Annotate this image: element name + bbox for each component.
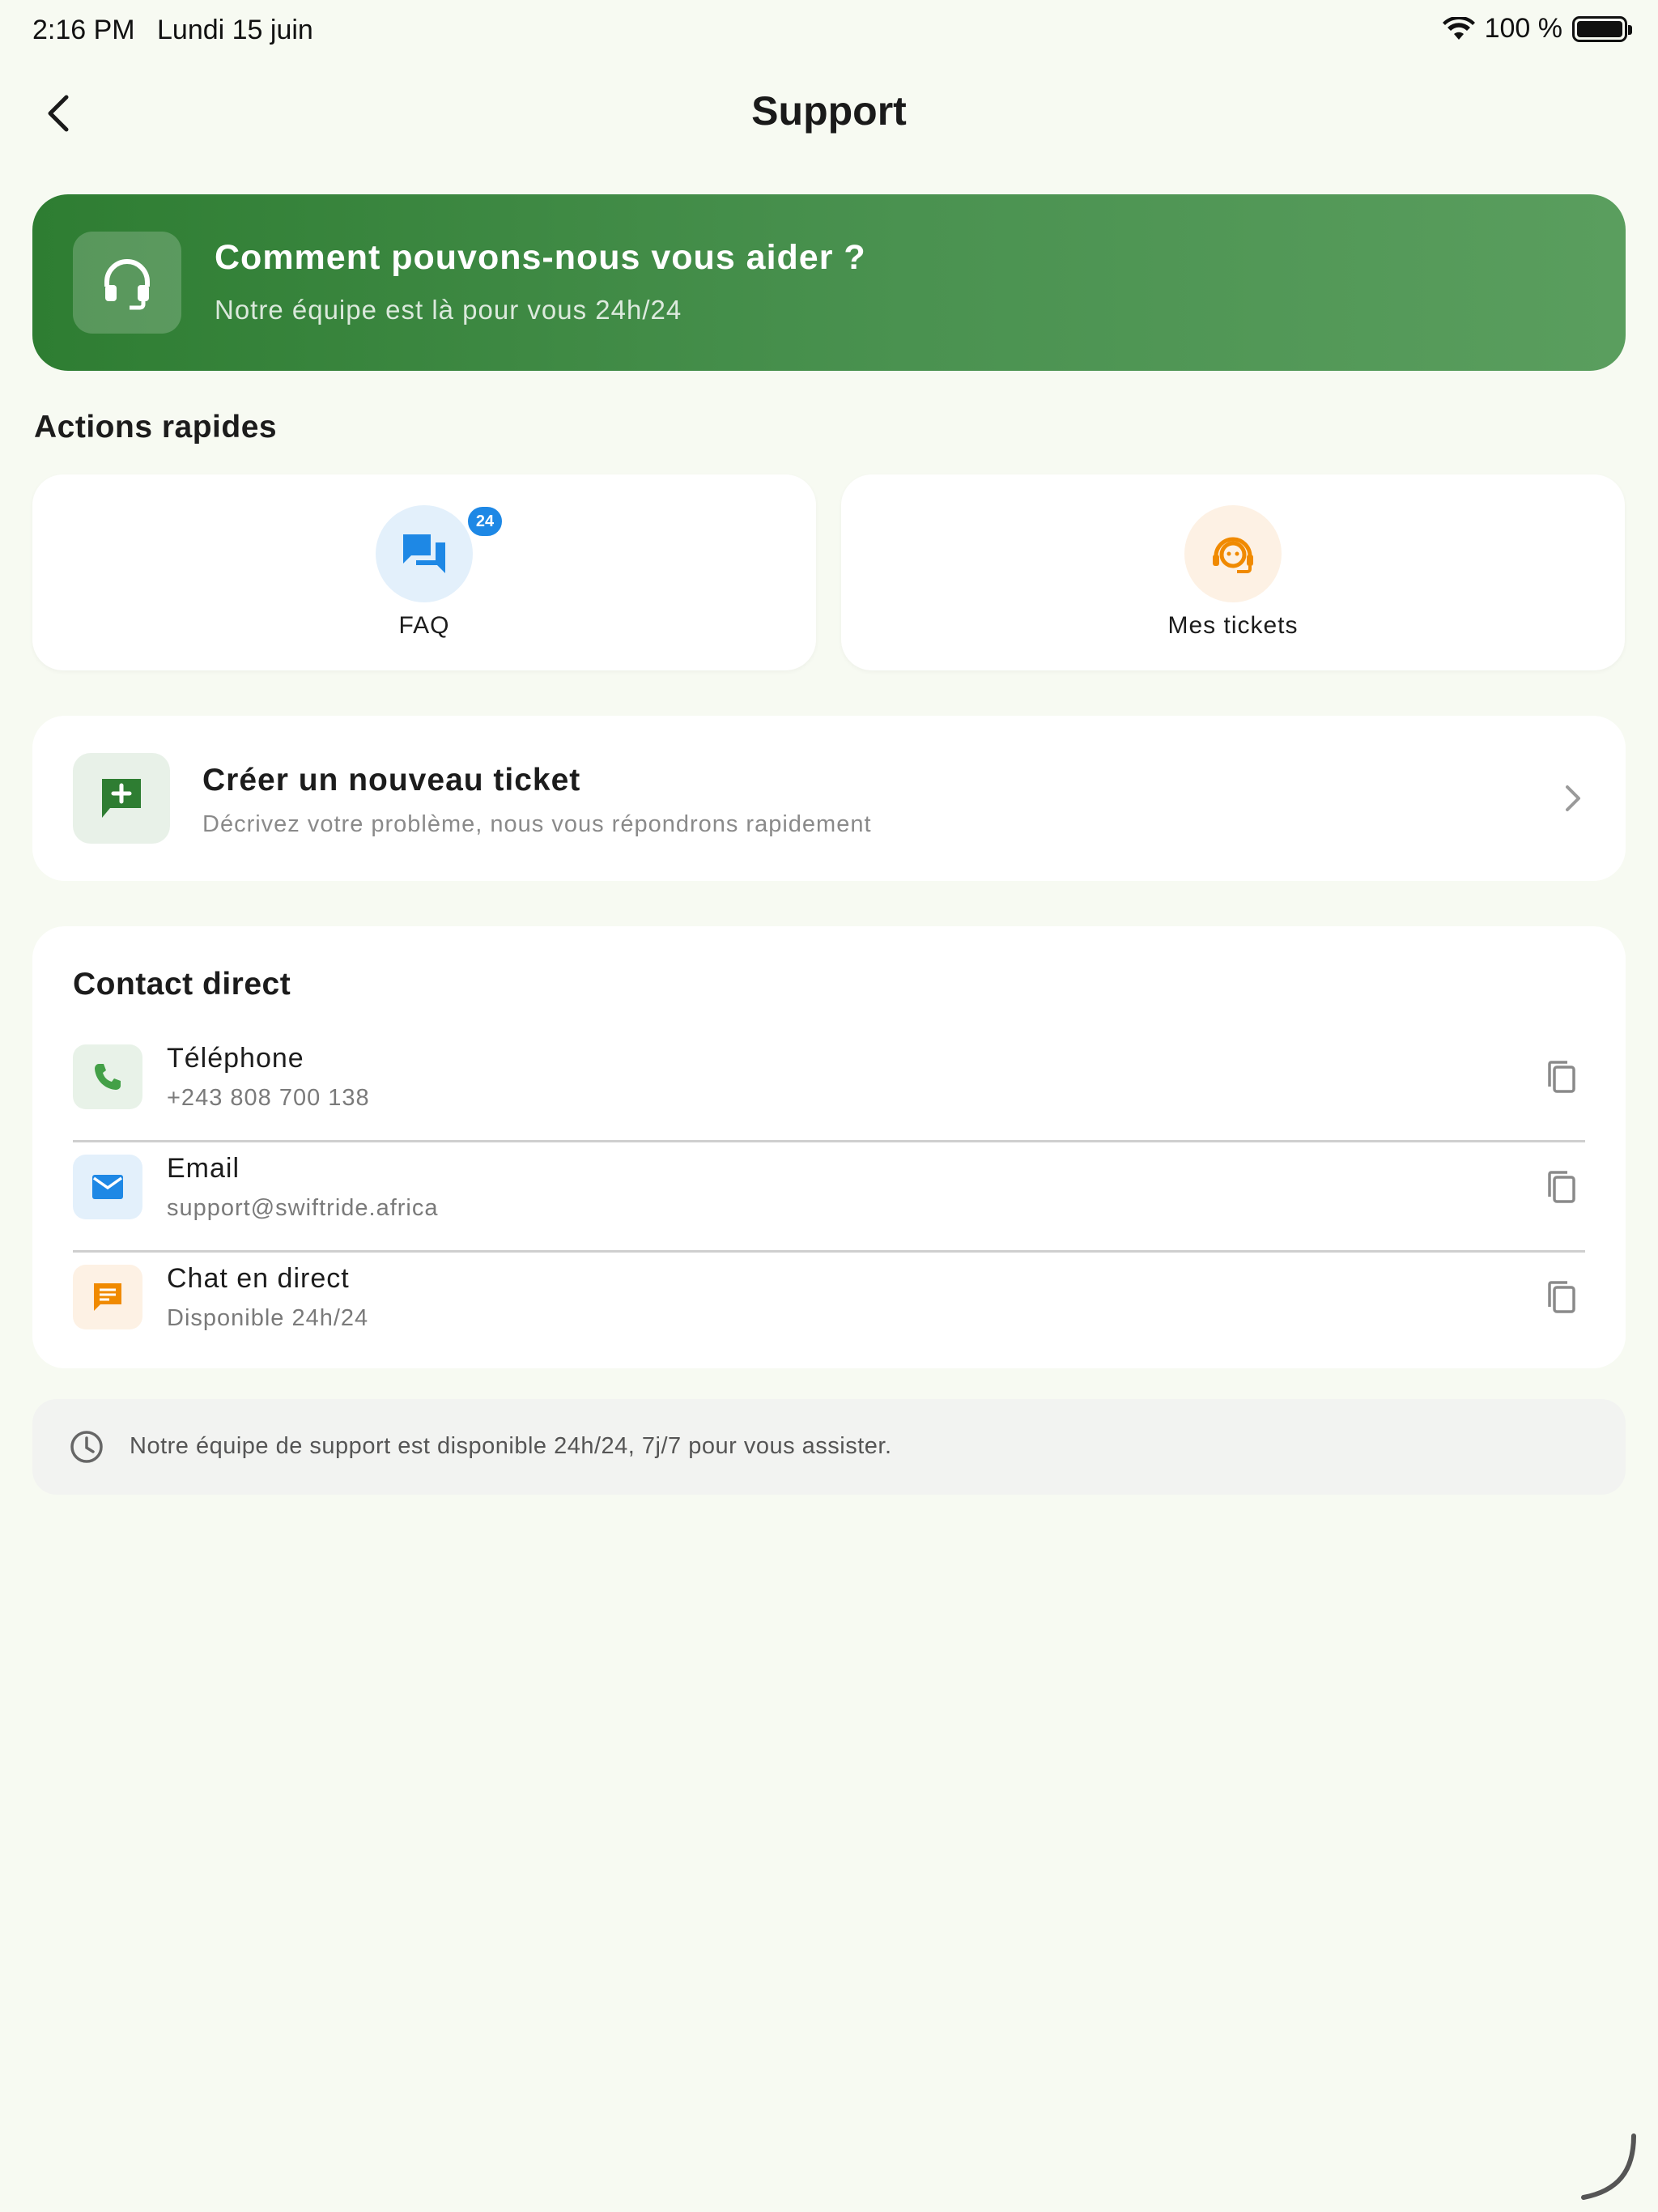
chat-value: Disponible 24h/24: [167, 1305, 369, 1331]
phone-icon: [95, 1064, 121, 1090]
phone-value: +243 808 700 138: [167, 1085, 370, 1111]
chat-bubbles-icon: [403, 534, 445, 573]
create-ticket-card[interactable]: Créer un nouveau ticket Décrivez votre p…: [32, 716, 1626, 881]
chevron-left-icon: [48, 95, 69, 132]
email-label: Email: [167, 1153, 240, 1184]
create-ticket-subtitle: Décrivez votre problème, nous vous répon…: [202, 811, 872, 837]
my-tickets-label: Mes tickets: [1167, 612, 1299, 639]
availability-note: Notre équipe de support est disponible 2…: [32, 1399, 1626, 1495]
chat-label: Chat en direct: [167, 1263, 350, 1294]
faq-icon-circle: [376, 505, 473, 602]
battery-percent: 100 %: [1484, 13, 1562, 44]
faq-card[interactable]: 24 FAQ: [32, 474, 816, 670]
copy-chat-button[interactable]: [1537, 1273, 1585, 1321]
contact-row-email[interactable]: Email support@swiftride.africa: [73, 1145, 1585, 1255]
contact-row-chat[interactable]: Chat en direct Disponible 24h/24: [73, 1255, 1585, 1365]
quick-actions-heading: Actions rapides: [34, 410, 278, 445]
copy-icon: [1548, 1171, 1575, 1203]
faq-label: FAQ: [398, 612, 450, 639]
status-indicators: 100 %: [1442, 13, 1632, 45]
phone-label: Téléphone: [167, 1043, 304, 1074]
support-agent-icon: [1213, 537, 1253, 573]
add-comment-icon: [102, 779, 141, 818]
copy-icon: [1548, 1061, 1575, 1093]
copy-phone-button[interactable]: [1537, 1053, 1585, 1101]
contact-card: Contact direct Téléphone +243 808 700 13…: [32, 926, 1626, 1368]
divider: [73, 1250, 1585, 1253]
corner-handle-icon: [1581, 2133, 1636, 2200]
email-icon: [92, 1175, 123, 1199]
back-button[interactable]: [36, 87, 81, 139]
battery-icon: [1572, 15, 1632, 42]
contact-heading: Contact direct: [73, 967, 291, 1002]
clock-icon: [65, 1425, 108, 1469]
tickets-icon-circle: [1184, 505, 1282, 602]
hero-banner: Comment pouvons-nous vous aider ? Notre …: [32, 194, 1626, 371]
page-title: Support: [751, 88, 907, 134]
my-tickets-card[interactable]: Mes tickets: [841, 474, 1625, 670]
status-time: 2:16 PM: [32, 15, 135, 45]
hero-subtitle: Notre équipe est là pour vous 24h/24: [215, 295, 682, 325]
headset-icon: [104, 259, 150, 310]
copy-email-button[interactable]: [1537, 1163, 1585, 1211]
hero-icon-box: [73, 232, 181, 334]
create-ticket-title: Créer un nouveau ticket: [202, 763, 581, 798]
copy-icon: [1548, 1281, 1575, 1313]
hero-title: Comment pouvons-nous vous aider ?: [215, 238, 866, 277]
wifi-icon: [1442, 16, 1475, 40]
email-icon-box: [73, 1155, 142, 1219]
phone-icon-box: [73, 1044, 142, 1109]
faq-badge: 24: [465, 504, 505, 539]
ticket-icon-box: [73, 753, 170, 844]
divider: [73, 1140, 1585, 1142]
email-value: support@swiftride.africa: [167, 1195, 439, 1221]
chevron-right-icon: [1553, 776, 1593, 821]
availability-note-text: Notre équipe de support est disponible 2…: [130, 1433, 892, 1459]
contact-row-phone[interactable]: Téléphone +243 808 700 138: [73, 1035, 1585, 1145]
status-date: Lundi 15 juin: [157, 15, 313, 45]
chat-icon-box: [73, 1265, 142, 1329]
chat-icon: [94, 1283, 121, 1311]
